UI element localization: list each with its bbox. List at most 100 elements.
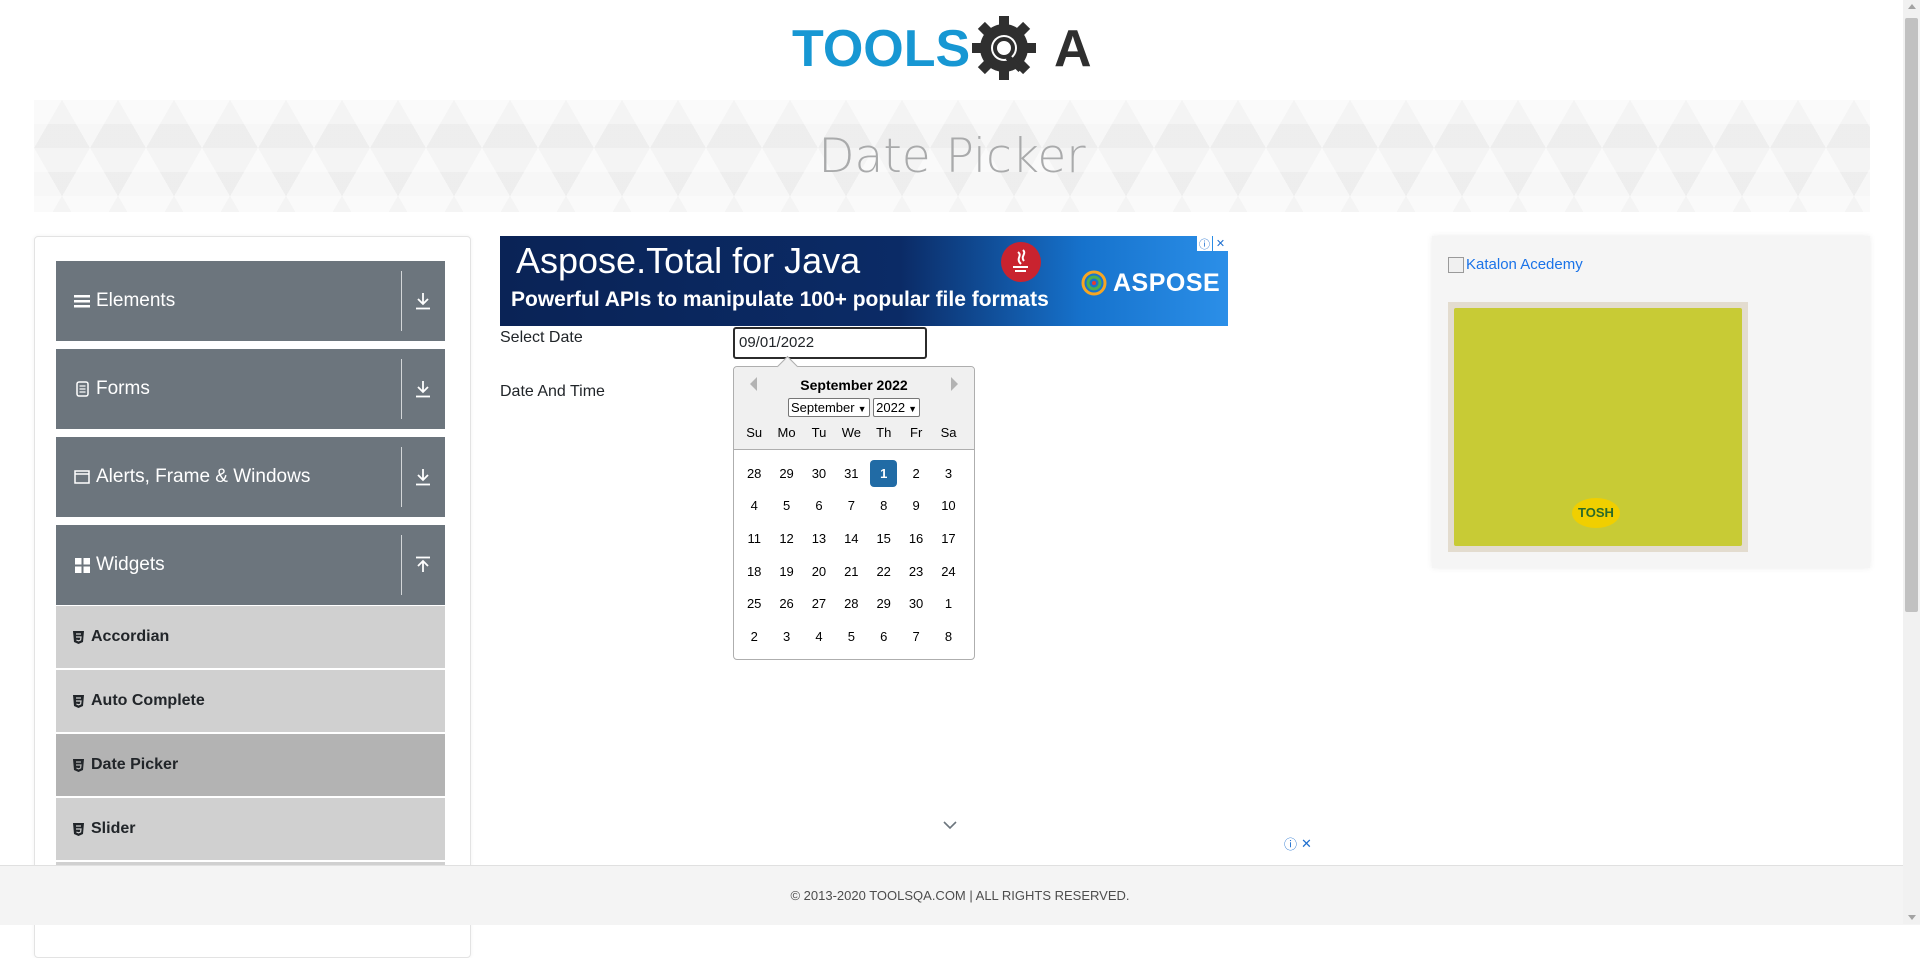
- sidebar-item-label: Auto Complete: [91, 692, 205, 709]
- calendar-week: 4 5 6 7 8 9 10: [738, 490, 965, 523]
- calendar-day[interactable]: 7: [838, 492, 865, 519]
- ad-katalon[interactable]: Katalon Acedemy TOSH: [1432, 236, 1870, 568]
- download-arrow-icon[interactable]: [411, 289, 435, 313]
- ad-banner-aspose[interactable]: Aspose.Total for Java Powerful APIs to m…: [500, 236, 1228, 326]
- window-icon: [73, 468, 91, 486]
- calendar-day[interactable]: 6: [870, 623, 897, 650]
- sidebar-group-widgets[interactable]: Widgets: [56, 525, 445, 605]
- calendar-day[interactable]: 6: [805, 492, 832, 519]
- sidebar-group-elements[interactable]: Elements: [56, 261, 445, 341]
- calendar-day[interactable]: 24: [935, 558, 962, 585]
- sidebar-group-alerts[interactable]: Alerts, Frame & Windows: [56, 437, 445, 517]
- weekday-label: Th: [876, 425, 892, 440]
- sidebar-group-forms[interactable]: Forms: [56, 349, 445, 429]
- ad-close-icon[interactable]: ✕: [1213, 236, 1228, 251]
- calendar-week: 18 19 20 21 22 23 24: [738, 555, 965, 588]
- scrollbar-thumb[interactable]: [1905, 18, 1918, 612]
- calendar-day[interactable]: 20: [805, 558, 832, 585]
- ad-title: Aspose.Total for Java: [516, 240, 861, 281]
- select-date-input[interactable]: 09/01/2022: [733, 327, 927, 359]
- logo-text-a: A: [1054, 20, 1092, 78]
- calendar-day[interactable]: 31: [838, 460, 865, 487]
- sidebar-group-label: Alerts, Frame & Windows: [96, 466, 311, 487]
- calendar-week: 2345678: [738, 620, 965, 653]
- broken-image-icon: [1448, 256, 1464, 273]
- calendar-day-selected[interactable]: 1: [870, 459, 898, 487]
- calendar-day[interactable]: 29: [870, 590, 897, 617]
- calendar-day[interactable]: 25: [741, 590, 768, 617]
- calendar-day[interactable]: 28: [741, 460, 768, 487]
- calendar-day[interactable]: 15: [870, 525, 897, 552]
- html5-icon: [71, 629, 85, 645]
- calendar-day[interactable]: 8: [870, 492, 897, 519]
- ad-close-icon[interactable]: ✕: [1301, 836, 1312, 852]
- page-scrollbar[interactable]: [1903, 0, 1920, 924]
- ad-info-icon[interactable]: ⓘ: [1197, 236, 1212, 251]
- calendar-day[interactable]: 29: [773, 460, 800, 487]
- download-arrow-icon[interactable]: [411, 465, 435, 489]
- sidebar-group-label: Elements: [96, 290, 176, 311]
- calendar-day[interactable]: 22: [870, 558, 897, 585]
- sidebar-group-label: Forms: [96, 378, 150, 399]
- footer: © 2013-2020 TOOLSQA.COM | ALL RIGHTS RES…: [0, 865, 1920, 925]
- calendar-day[interactable]: 17: [935, 525, 962, 552]
- date-picker-calendar: September 2022 September ▼ 2022 ▼ Su Mo Tu We…: [733, 355, 975, 660]
- sidebar-group-label: Widgets: [96, 554, 165, 575]
- page-title: Date Picker: [818, 128, 1086, 184]
- month-select[interactable]: September ▼: [788, 398, 870, 417]
- upload-arrow-icon[interactable]: [411, 553, 435, 577]
- aspose-brand: ASPOSE: [1113, 268, 1221, 297]
- calendar-day[interactable]: 4: [741, 492, 768, 519]
- broken-image-link[interactable]: Katalon Acedemy: [1448, 256, 1583, 273]
- calendar-day[interactable]: 4: [805, 623, 832, 650]
- weekday-label: Tu: [811, 425, 827, 440]
- download-arrow-icon[interactable]: [411, 377, 435, 401]
- toolsqa-logo[interactable]: TOOLS A: [792, 14, 1114, 92]
- scroll-down-arrow-icon[interactable]: [1908, 915, 1916, 920]
- ad-image[interactable]: TOSH: [1448, 302, 1748, 552]
- sidebar-item-accordian[interactable]: Accordian: [56, 606, 445, 670]
- sidebar-item-date-picker[interactable]: Date Picker: [56, 734, 445, 798]
- ad-alt-text: Katalon Acedemy: [1466, 256, 1583, 273]
- calendar-day[interactable]: 11: [741, 525, 768, 552]
- ad-info-icon[interactable]: ⓘ: [1284, 834, 1297, 853]
- calendar-day[interactable]: 19: [773, 558, 800, 585]
- calendar-day[interactable]: 2: [903, 460, 930, 487]
- ad-choices[interactable]: ⓘ ✕: [1284, 834, 1312, 853]
- calendar-day[interactable]: 28: [838, 590, 865, 617]
- calendar-day[interactable]: 10: [935, 492, 962, 519]
- calendar-day[interactable]: 12: [773, 525, 800, 552]
- calendar-day[interactable]: 16: [903, 525, 930, 552]
- select-date-label: Select Date: [500, 329, 583, 346]
- calendar-day[interactable]: 3: [935, 460, 962, 487]
- scroll-up-arrow-icon[interactable]: [1908, 4, 1916, 9]
- tosh-badge: TOSH: [1572, 498, 1620, 528]
- calendar-day[interactable]: 13: [805, 525, 832, 552]
- weekday-label: Fr: [910, 425, 923, 440]
- logo-text-tools: TOOLS: [792, 20, 970, 78]
- calendar-day[interactable]: 14: [838, 525, 865, 552]
- calendar-day[interactable]: 30: [903, 590, 930, 617]
- calendar-day[interactable]: 23: [903, 558, 930, 585]
- calendar-day[interactable]: 18: [741, 558, 768, 585]
- calendar-day[interactable]: 30: [805, 460, 832, 487]
- calendar-day[interactable]: 2: [741, 623, 768, 650]
- calendar-day[interactable]: 5: [838, 623, 865, 650]
- document-icon: [73, 380, 91, 398]
- calendar-day[interactable]: 27: [805, 590, 832, 617]
- chevron-down-icon[interactable]: [942, 818, 958, 830]
- calendar-day[interactable]: 21: [838, 558, 865, 585]
- date-and-time-label: Date And Time: [500, 383, 605, 400]
- calendar-day[interactable]: 7: [903, 623, 930, 650]
- sidebar-item-auto-complete[interactable]: Auto Complete: [56, 670, 445, 734]
- page-banner: Date Picker: [34, 100, 1870, 212]
- calendar-day[interactable]: 9: [903, 492, 930, 519]
- html5-icon: [71, 821, 85, 837]
- sidebar-item-slider[interactable]: Slider: [56, 798, 445, 862]
- calendar-day[interactable]: 8: [935, 623, 962, 650]
- calendar-day[interactable]: 3: [773, 623, 800, 650]
- year-select[interactable]: 2022 ▼: [873, 398, 920, 417]
- calendar-day[interactable]: 26: [773, 590, 800, 617]
- calendar-day[interactable]: 5: [773, 492, 800, 519]
- calendar-day[interactable]: 1: [935, 590, 962, 617]
